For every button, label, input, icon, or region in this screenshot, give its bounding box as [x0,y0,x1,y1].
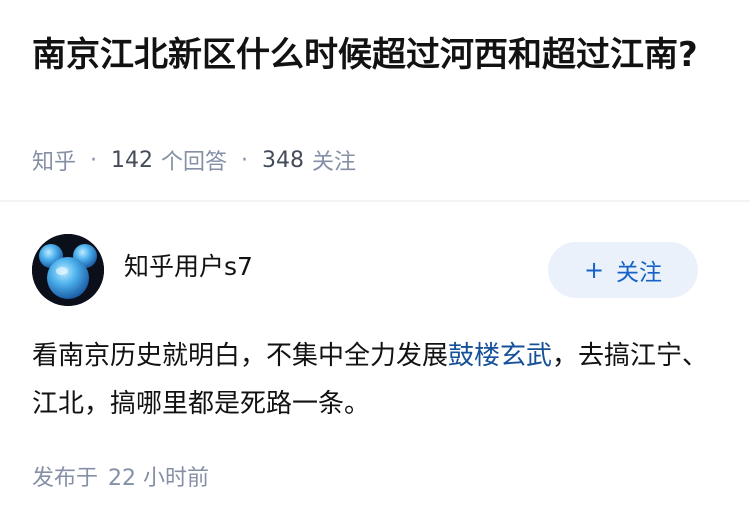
answer-text-before-link: 看南京历史就明白，不集中全力发展 [32,341,449,371]
separator-dot: · [241,147,249,173]
question-title[interactable]: 南京江北新区什么时候超过河西和超过江南? [32,30,722,80]
follow-button[interactable]: + 关注 [548,242,698,298]
answer-content: 看南京历史就明白，不集中全力发展鼓楼玄武，去搞江宁、江北，搞哪里都是死路一条。 [32,332,722,428]
publish-time: 发布于 22 小时前 [32,464,209,494]
publish-time-value: 22 小时前 [108,466,210,491]
mouse-ears-avatar-image [32,234,104,306]
publish-label: 发布于 [32,466,99,491]
follower-count: 348 [262,147,305,173]
answer-card: 知乎用户s7 + 关注 看南京历史就明白，不集中全力发展鼓楼玄武，去搞江宁、江北… [0,202,750,532]
source-label: 知乎 [32,150,77,175]
question-header: 南京江北新区什么时候超过河西和超过江南? 知乎 · 142 个回答 · 348 … [0,0,750,200]
plus-icon: + [583,256,605,284]
author-name[interactable]: 知乎用户s7 [124,250,253,284]
avatar[interactable] [32,234,104,306]
answer-count: 142 [111,147,154,173]
follower-count-label: 关注 [312,150,357,175]
question-meta: 知乎 · 142 个回答 · 348 关注 [32,142,356,178]
answer-count-label: 个回答 [161,150,228,175]
topic-link[interactable]: 鼓楼玄武 [448,341,552,371]
follow-button-label: 关注 [616,260,663,286]
separator-dot: · [90,147,98,173]
